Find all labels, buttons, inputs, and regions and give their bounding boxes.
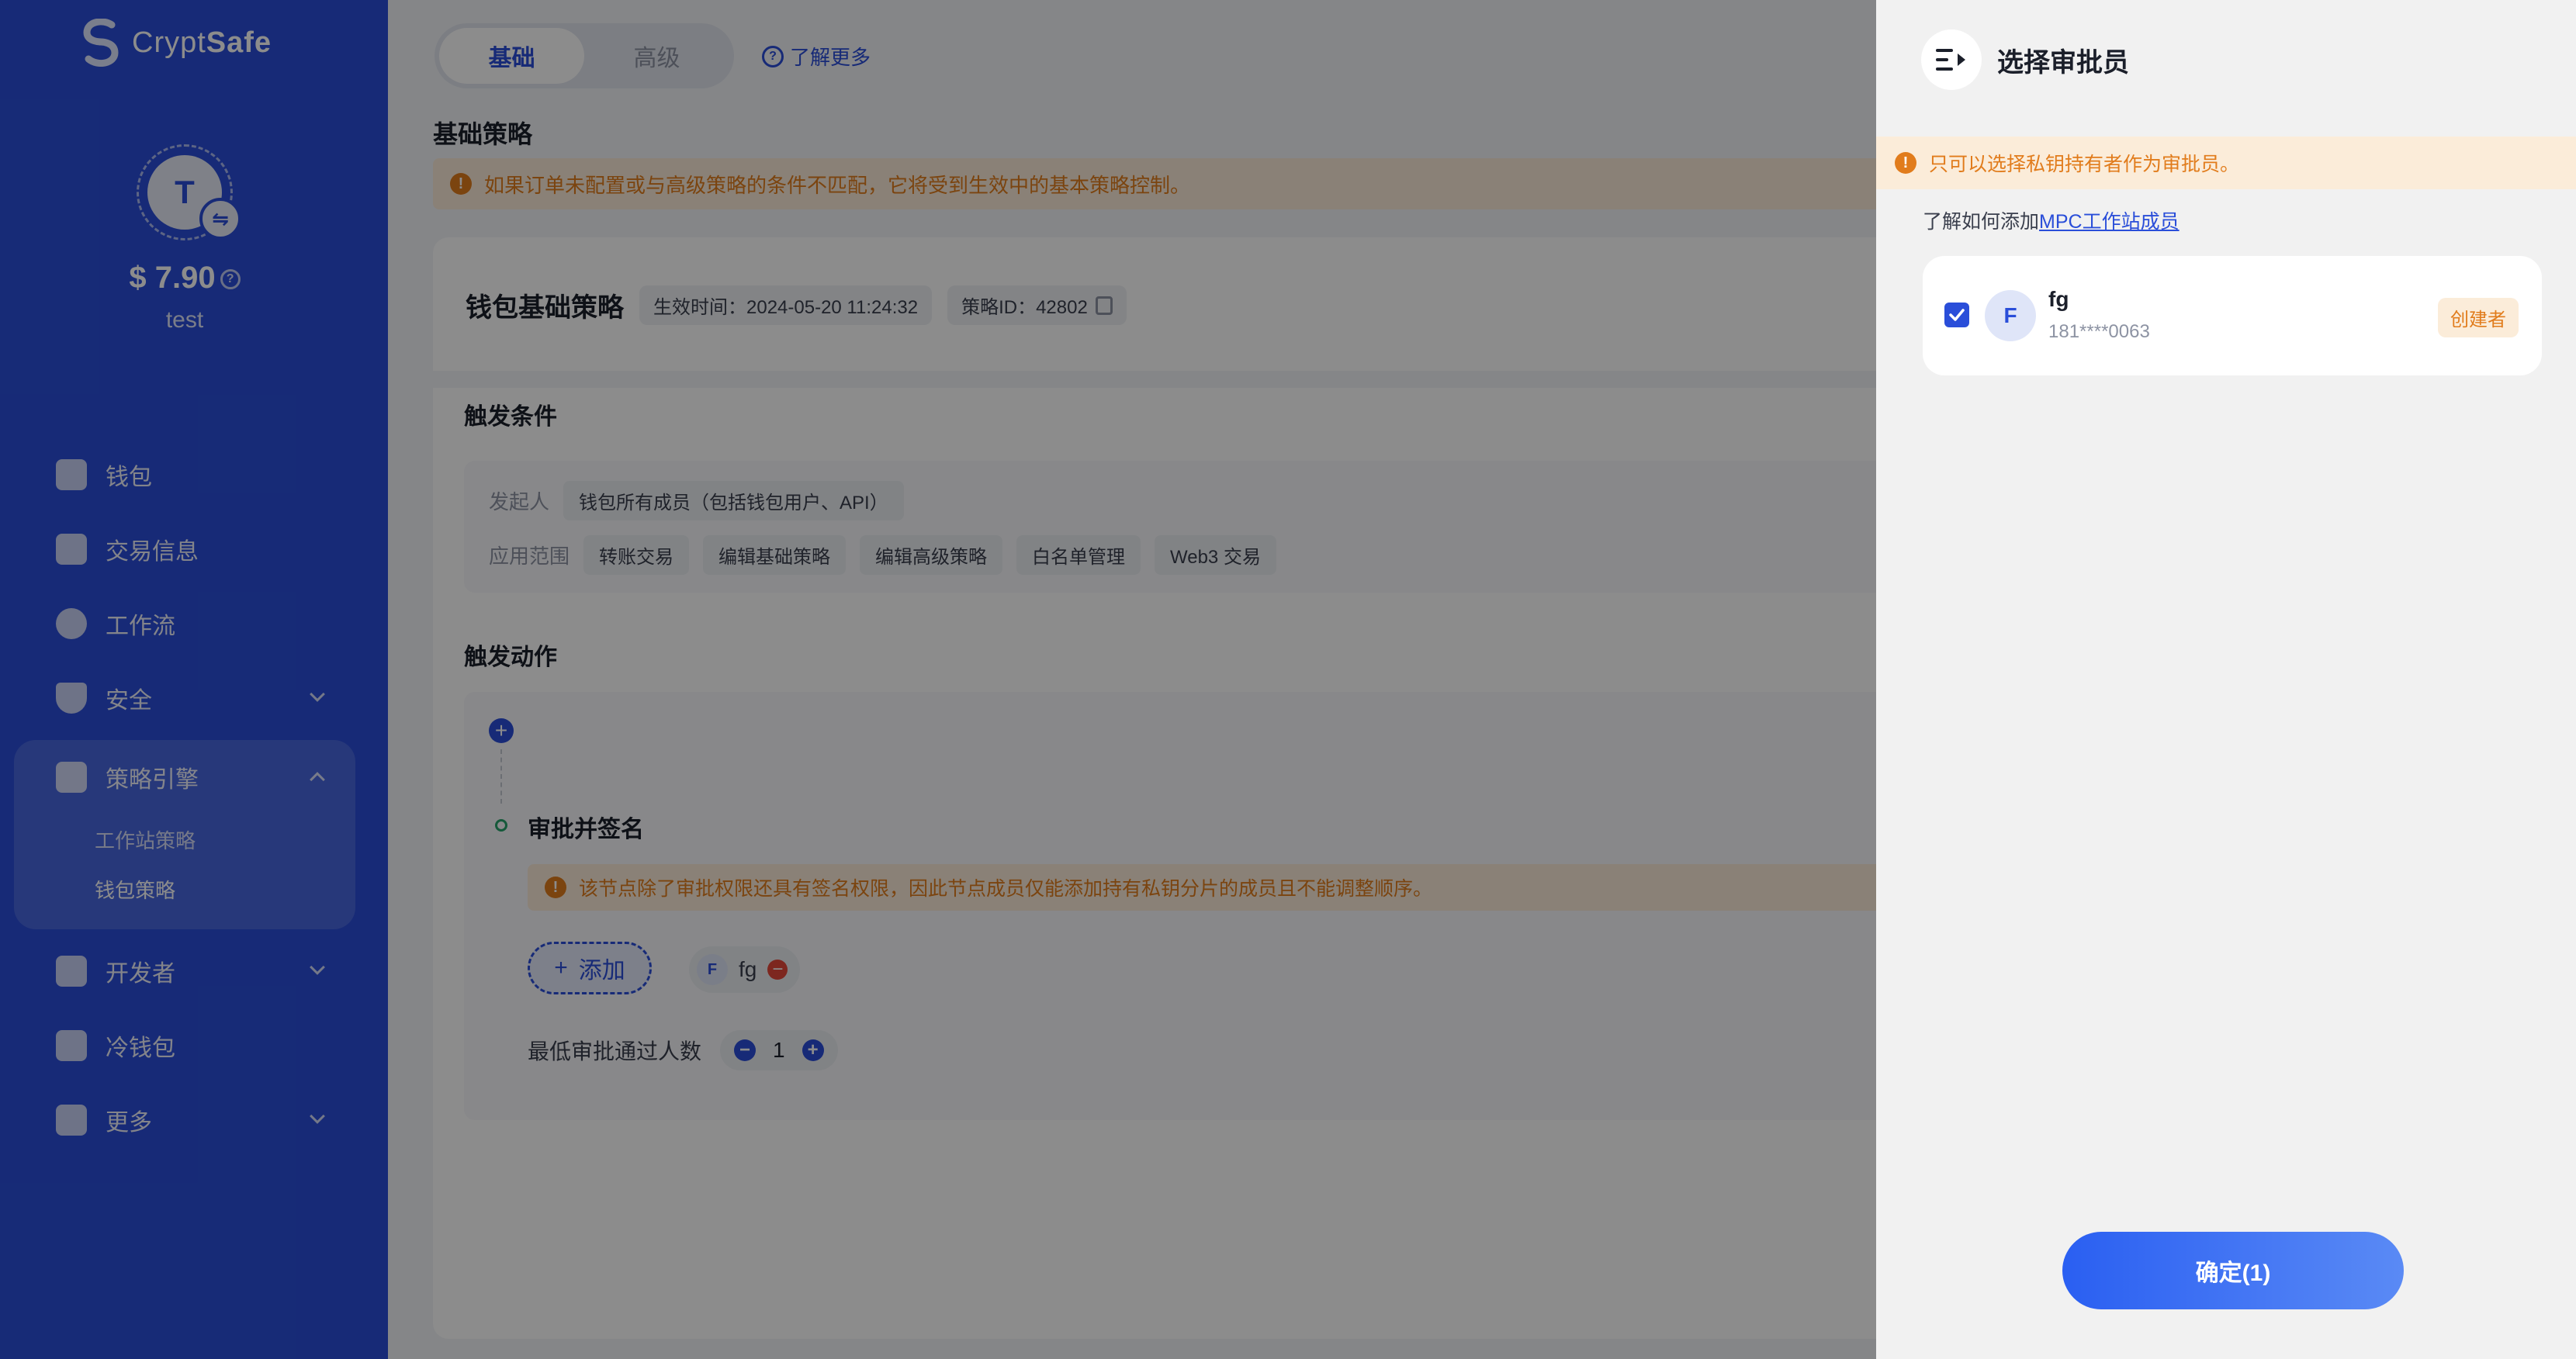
approver-option-card[interactable]: F fg 181****0063 创建者 — [1923, 256, 2542, 375]
drawer-title: 选择审批员 — [1997, 47, 2129, 78]
warning-icon: ! — [1895, 152, 1916, 174]
collapse-drawer-icon[interactable] — [1921, 29, 1982, 90]
approver-checkbox[interactable] — [1944, 303, 1969, 327]
checkmark-icon — [1949, 309, 1965, 321]
avatar: F — [1985, 290, 2036, 341]
mpc-member-link[interactable]: MPC工作站成员 — [2039, 211, 2180, 233]
drawer-header: 选择审批员 — [1921, 29, 2129, 90]
creator-badge: 创建者 — [2438, 298, 2519, 337]
approver-phone: 181****0063 — [2048, 321, 2150, 342]
drawer-warning-text: 只可以选择私钥持有者作为审批员。 — [1929, 154, 2240, 175]
confirm-button[interactable]: 确定(1) — [2062, 1232, 2404, 1309]
modal-backdrop[interactable] — [0, 0, 1876, 1359]
approver-name: fg — [2048, 287, 2069, 311]
drawer-warning: ! 只可以选择私钥持有者作为审批员。 — [1876, 137, 2576, 189]
drawer-learn-text: 了解如何添加MPC工作站成员 — [1923, 206, 2180, 234]
drawer-learn-prefix: 了解如何添加 — [1923, 211, 2040, 233]
select-approver-drawer: 选择审批员 ! 只可以选择私钥持有者作为审批员。 了解如何添加MPC工作站成员 … — [1876, 0, 2576, 1359]
